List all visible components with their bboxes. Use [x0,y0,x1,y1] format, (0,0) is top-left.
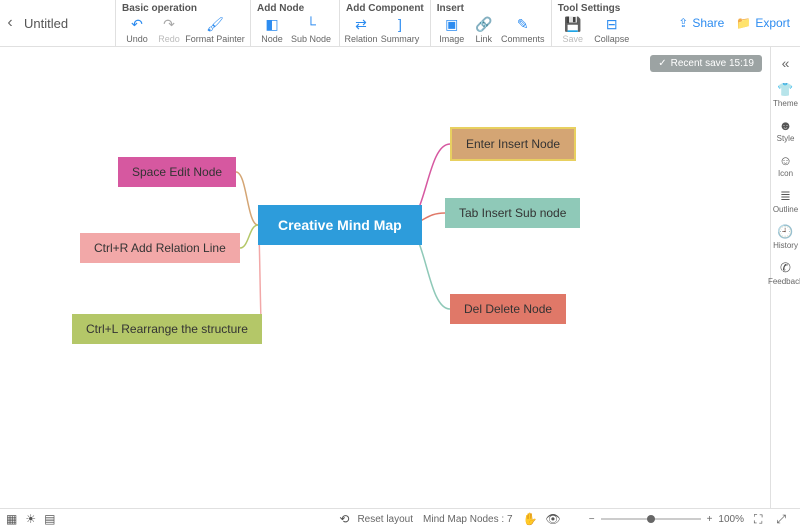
summary-icon: ] [392,16,408,32]
sidebar-collapse-button[interactable]: « [782,51,790,75]
relation-icon: ⇄ [353,16,369,32]
toolbar-group-label: Add Component [346,3,424,14]
relation-button[interactable]: ⇄ Relation [346,16,376,44]
node-button[interactable]: ◧ Node [257,16,287,44]
comments-button[interactable]: ✎ Comments [501,16,545,44]
save-icon: 💾 [565,16,581,32]
undo-button[interactable]: ↶ Undo [122,16,152,44]
format-painter-icon: 🖌 [207,16,223,32]
sidebar-theme[interactable]: 👕Theme [768,77,800,113]
eye-icon[interactable]: 👁 [545,512,560,526]
sidebar-feedback[interactable]: ✆Feedback [768,255,800,291]
sub-node-label: Sub Node [291,34,331,44]
status-bar: ▦ ☀ ▤ ⟲ Reset layout Mind Map Nodes : 7 … [0,508,800,529]
save-button: 💾 Save [558,16,588,44]
hand-icon[interactable]: ✋ [523,512,538,526]
zoom-out-button[interactable]: − [589,514,595,525]
comments-label: Comments [501,34,545,44]
mindmap-canvas[interactable]: ✓Recent save 15:19 Creative Mind Map Ente… [0,47,770,508]
mindmap-node-n5[interactable]: Ctrl+R Add Relation Line [80,233,240,263]
mindmap-center-node[interactable]: Creative Mind Map [258,205,422,245]
sidebar-history[interactable]: 🕘History [768,219,800,255]
document-title[interactable]: Untitled [20,0,115,46]
format-painter-label: Format Painter [185,34,245,44]
image-label: Image [439,34,464,44]
icon-icon: ☺ [779,153,792,168]
theme-icon: 👕 [777,82,793,98]
save-status-badge: ✓Recent save 15:19 [650,55,762,72]
undo-icon: ↶ [129,16,145,32]
redo-button: ↷ Redo [154,16,184,44]
sidebar-style[interactable]: ☻Style [768,113,800,148]
fullscreen-icon[interactable]: ⤢ [776,512,786,527]
mindmap-node-n2[interactable]: Tab Insert Sub node [445,198,580,228]
right-sidebar: « 👕Theme☻Style☺Icon≣Outline🕘History✆Feed… [770,47,800,508]
summary-label: Summary [381,34,420,44]
node-label: Node [261,34,283,44]
toolbar-group-label: Basic operation [122,3,244,14]
zoom-slider[interactable] [601,518,701,520]
back-button[interactable]: ‹ [0,0,20,46]
share-button[interactable]: ⇪Share [678,16,724,30]
check-icon: ✓ [658,58,666,69]
link-button[interactable]: 🔗 Link [469,16,499,44]
toolbar-group-label: Insert [437,3,545,14]
mindmap-node-n3[interactable]: Del Delete Node [450,294,566,324]
format-painter-button[interactable]: 🖌 Format Painter [186,16,244,44]
sub-node-button[interactable]: └ Sub Node [289,16,333,44]
summary-button[interactable]: ] Summary [378,16,422,44]
export-icon: 📁 [736,16,751,30]
relation-label: Relation [344,34,377,44]
link-icon: 🔗 [476,16,492,32]
node-icon: ◧ [264,16,280,32]
collapse-button[interactable]: ⊟ Collapse [590,16,634,44]
reset-layout-icon[interactable]: ⟲ [339,512,349,526]
view-icon-3[interactable]: ▤ [44,512,55,526]
style-icon: ☻ [779,118,793,133]
view-icon-1[interactable]: ▦ [6,512,17,526]
sidebar-icon[interactable]: ☺Icon [768,148,800,183]
mindmap-node-n4[interactable]: Space Edit Node [118,157,236,187]
redo-icon: ↷ [161,16,177,32]
export-button[interactable]: 📁Export [736,16,790,30]
node-count-label: Mind Map Nodes : 7 [423,514,513,525]
image-icon: ▣ [444,16,460,32]
undo-label: Undo [126,34,148,44]
redo-label: Redo [158,34,180,44]
feedback-icon: ✆ [780,260,791,276]
zoom-in-button[interactable]: + [707,514,713,525]
comments-icon: ✎ [515,16,531,32]
sidebar-outline[interactable]: ≣Outline [768,183,800,219]
link-label: Link [476,34,493,44]
history-icon: 🕘 [777,224,793,240]
share-icon: ⇪ [678,16,688,30]
mindmap-node-n1[interactable]: Enter Insert Node [450,127,576,161]
fit-icon[interactable]: ⛶ [754,512,762,527]
sub-node-icon: └ [303,16,319,32]
outline-icon: ≣ [780,188,791,204]
collapse-label: Collapse [594,34,629,44]
toolbar-group-label: Tool Settings [558,3,634,14]
zoom-level: 100% [718,514,744,525]
image-button[interactable]: ▣ Image [437,16,467,44]
mindmap-node-n6[interactable]: Ctrl+L Rearrange the structure [72,314,262,344]
toolbar-group-label: Add Node [257,3,333,14]
view-icon-2[interactable]: ☀ [25,512,36,526]
reset-layout-button[interactable]: Reset layout [357,514,413,525]
collapse-icon: ⊟ [604,16,620,32]
save-label: Save [563,34,584,44]
